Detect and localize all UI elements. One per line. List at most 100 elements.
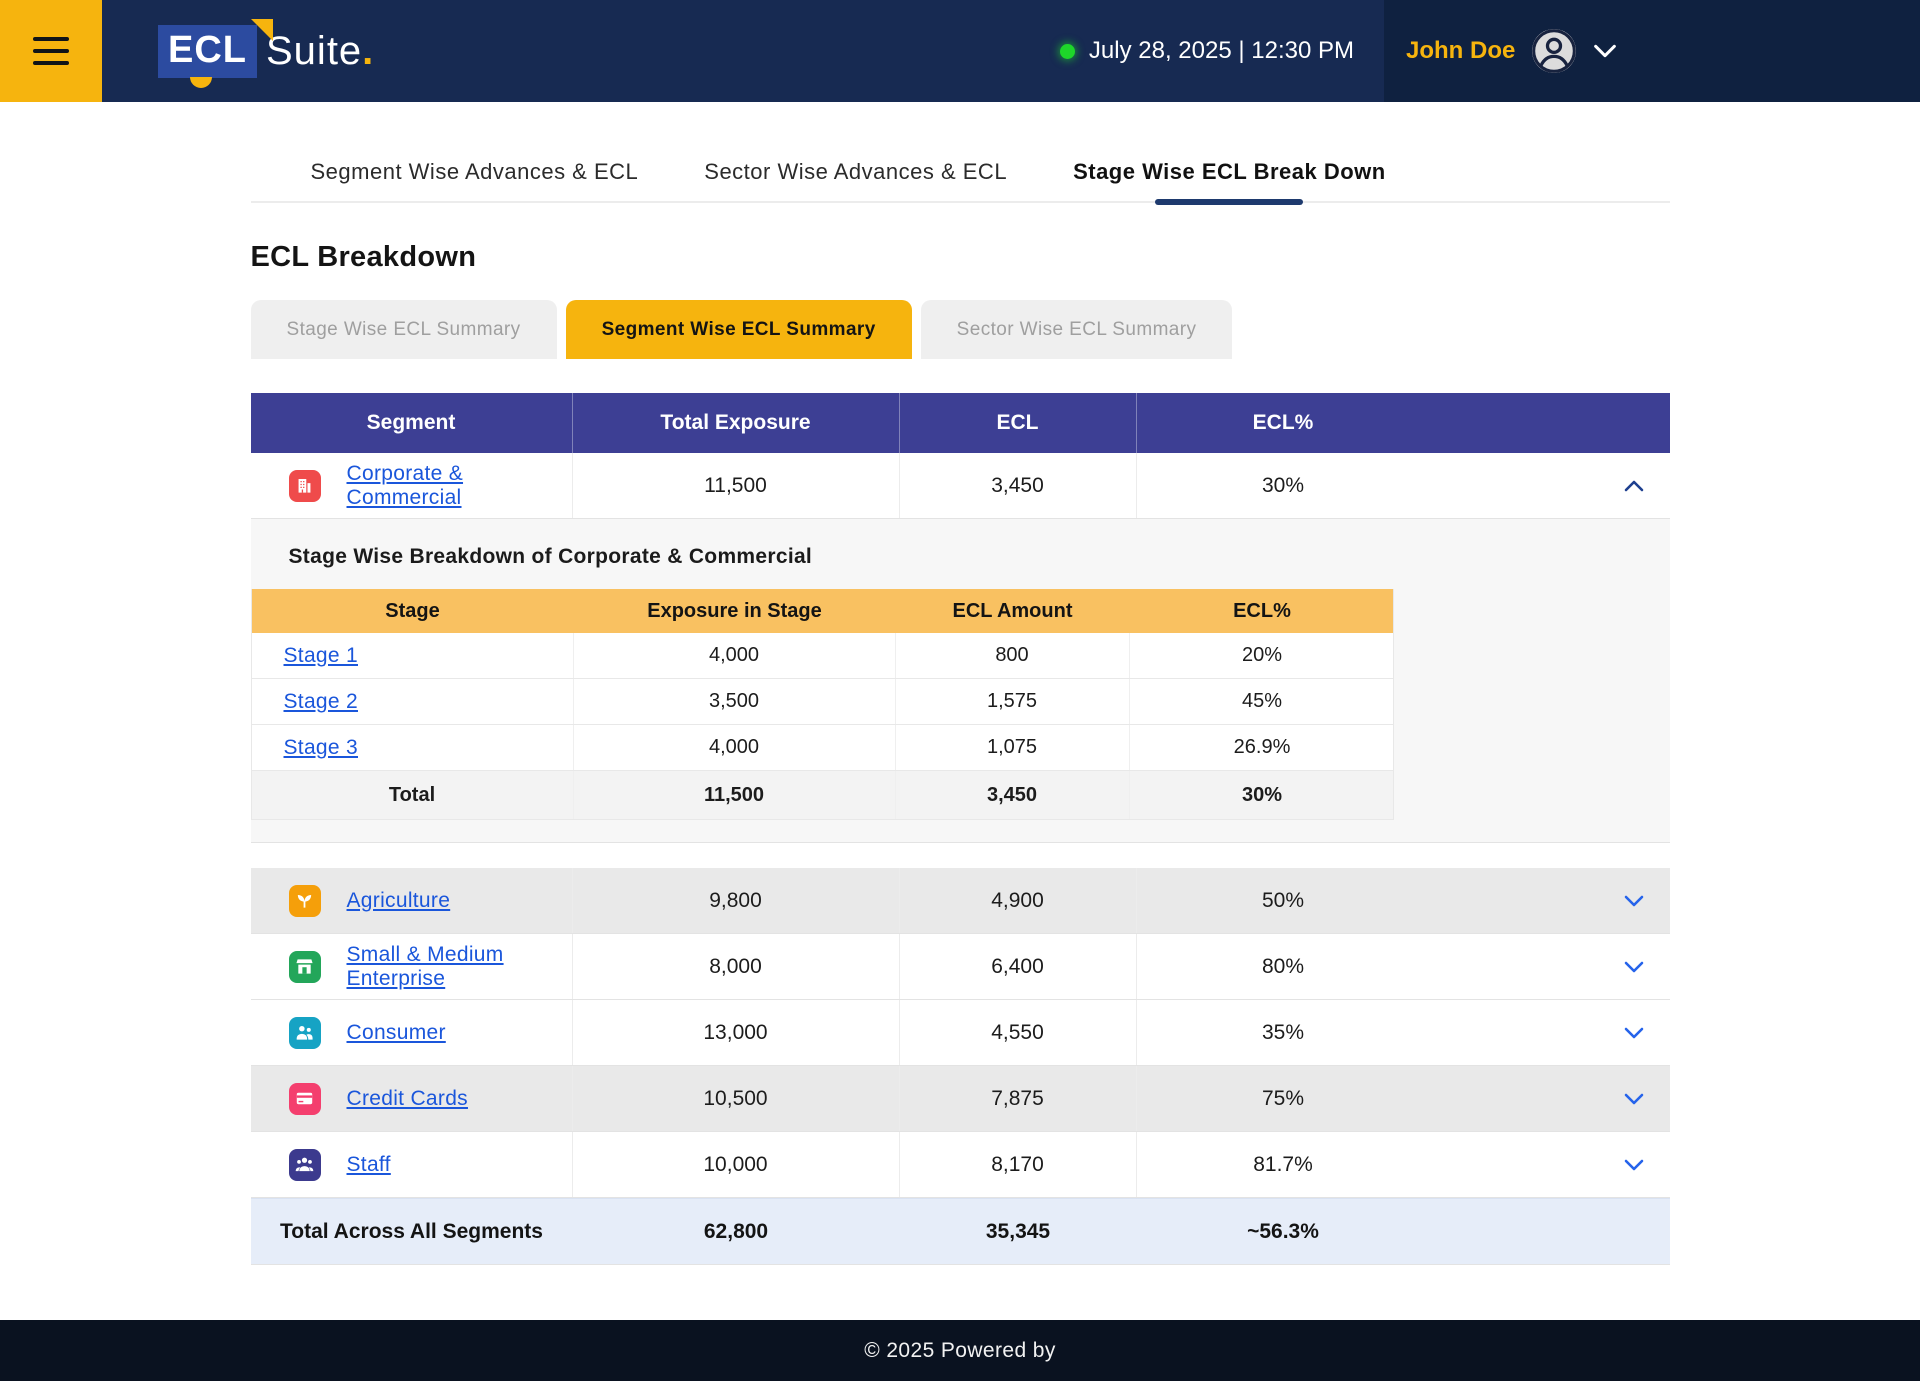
app-logo: ECL Suite .	[158, 0, 373, 102]
stage-breakdown-title: Stage Wise Breakdown of Corporate & Comm…	[289, 545, 1670, 569]
stage-pct-cell: 26.9%	[1130, 725, 1395, 770]
table-row[interactable]: Agriculture 9,800 4,900 50%	[251, 868, 1670, 934]
subtab-stage-wise-summary[interactable]: Stage Wise ECL Summary	[251, 300, 557, 359]
stage-total-exposure: 11,500	[574, 771, 896, 819]
ecl-cell: 8,170	[900, 1132, 1137, 1197]
stage-row: Stage 3 4,000 1,075 26.9%	[252, 725, 1393, 771]
chevron-up-icon	[1624, 480, 1644, 492]
stage-total-ecl: 3,450	[896, 771, 1130, 819]
expand-row-button[interactable]	[1430, 868, 1670, 933]
grand-total-ecl: 35,345	[900, 1199, 1137, 1264]
summary-subtabs: Stage Wise ECL Summary Segment Wise ECL …	[251, 300, 1670, 359]
stage-link[interactable]: Stage 2	[284, 690, 359, 714]
user-menu[interactable]: John Doe	[1384, 0, 1920, 102]
stage-breakdown-table: Stage Exposure in Stage ECL Amount ECL% …	[251, 589, 1394, 820]
tab-segment-wise-advances[interactable]: Segment Wise Advances & ECL	[311, 159, 639, 201]
ecl-pct-cell: 75%	[1137, 1066, 1430, 1131]
stage-name-cell: Stage 2	[252, 679, 574, 724]
segment-link[interactable]: Agriculture	[347, 889, 451, 913]
topbar: ECL Suite . July 28, 2025 | 12:30 PM Joh…	[0, 0, 1920, 102]
stage-link[interactable]: Stage 1	[284, 644, 359, 668]
expand-row-button[interactable]	[1430, 934, 1670, 999]
segment-link[interactable]: Corporate & Commercial	[347, 462, 572, 510]
segment-cell: Corporate & Commercial	[251, 453, 573, 518]
expand-row-button[interactable]	[1430, 1132, 1670, 1197]
ecl-cell: 4,900	[900, 868, 1137, 933]
stage-exposure-cell: 3,500	[574, 679, 896, 724]
segment-link[interactable]: Consumer	[347, 1021, 446, 1045]
agriculture-icon	[289, 885, 321, 917]
segment-cell: Small & Medium Enterprise	[251, 934, 573, 999]
ecl-pct-cell: 35%	[1137, 1000, 1430, 1065]
datetime-display: July 28, 2025 | 12:30 PM	[1060, 0, 1384, 102]
main-content: Segment Wise Advances & ECL Sector Wise …	[251, 102, 1670, 1265]
grand-total-exposure: 62,800	[573, 1199, 900, 1264]
stage-exposure-header: Exposure in Stage	[574, 589, 896, 633]
grand-total-spacer	[1430, 1199, 1670, 1264]
consumer-icon	[289, 1017, 321, 1049]
header-total-exposure: Total Exposure	[573, 393, 900, 453]
corporate-icon	[289, 470, 321, 502]
stage-total-pct: 30%	[1130, 771, 1395, 819]
chevron-down-icon	[1624, 1093, 1644, 1105]
page-title: ECL Breakdown	[251, 241, 1670, 274]
logo-suite-text: Suite	[266, 29, 362, 74]
grand-total-pct: ~56.3%	[1137, 1199, 1430, 1264]
segment-cell: Agriculture	[251, 868, 573, 933]
footer-text: © 2025 Powered by	[864, 1339, 1056, 1363]
stage-name-cell: Stage 1	[252, 633, 574, 678]
table-row[interactable]: Small & Medium Enterprise 8,000 6,400 80…	[251, 934, 1670, 1000]
stage-row: Stage 1 4,000 800 20%	[252, 633, 1393, 679]
expand-row-button[interactable]	[1430, 1066, 1670, 1131]
subtab-sector-wise-summary[interactable]: Sector Wise ECL Summary	[921, 300, 1233, 359]
stage-pct-cell: 45%	[1130, 679, 1395, 724]
user-name: John Doe	[1406, 37, 1515, 65]
ecl-pct-cell: 50%	[1137, 868, 1430, 933]
exposure-cell: 11,500	[573, 453, 900, 518]
tab-sector-wise-advances[interactable]: Sector Wise Advances & ECL	[704, 159, 1007, 201]
table-row[interactable]: Consumer 13,000 4,550 35%	[251, 1000, 1670, 1066]
header-expand-spacer	[1430, 393, 1670, 453]
hamburger-icon	[33, 37, 69, 65]
exposure-cell: 10,000	[573, 1132, 900, 1197]
stage-exposure-cell: 4,000	[574, 725, 896, 770]
stage-ecl-header: ECL Amount	[896, 589, 1130, 633]
hamburger-menu-button[interactable]	[0, 0, 102, 102]
table-header-row: Segment Total Exposure ECL ECL%	[251, 393, 1670, 453]
user-menu-chevron-down-icon[interactable]	[1593, 44, 1617, 58]
header-ecl-pct: ECL%	[1137, 393, 1430, 453]
stage-ecl-cell: 1,075	[896, 725, 1130, 770]
table-row[interactable]: Credit Cards 10,500 7,875 75%	[251, 1066, 1670, 1132]
stage-pct-header: ECL%	[1130, 589, 1395, 633]
header-ecl: ECL	[900, 393, 1137, 453]
chevron-down-icon	[1624, 1159, 1644, 1171]
stage-link[interactable]: Stage 3	[284, 736, 359, 760]
stage-total-label: Total	[252, 771, 574, 819]
tab-stage-wise-ecl-breakdown[interactable]: Stage Wise ECL Break Down	[1073, 159, 1386, 201]
subtab-segment-wise-summary[interactable]: Segment Wise ECL Summary	[566, 300, 912, 359]
sme-icon	[289, 951, 321, 983]
table-row[interactable]: Corporate & Commercial 11,500 3,450 30%	[251, 453, 1670, 519]
segment-link[interactable]: Staff	[347, 1153, 391, 1177]
segment-ecl-table: Segment Total Exposure ECL ECL% Corporat…	[251, 393, 1670, 1265]
logo-triangle-accent	[251, 19, 273, 41]
expand-row-button[interactable]	[1430, 1000, 1670, 1065]
ecl-pct-cell: 30%	[1137, 453, 1430, 518]
ecl-pct-cell: 80%	[1137, 934, 1430, 999]
stage-ecl-cell: 1,575	[896, 679, 1130, 724]
exposure-cell: 13,000	[573, 1000, 900, 1065]
table-row[interactable]: Staff 10,000 8,170 81.7%	[251, 1132, 1670, 1198]
avatar-icon[interactable]	[1531, 28, 1577, 74]
logo-ecl-box: ECL	[158, 25, 257, 78]
datetime-text: July 28, 2025 | 12:30 PM	[1089, 37, 1354, 65]
segment-link[interactable]: Credit Cards	[347, 1087, 468, 1111]
segment-link[interactable]: Small & Medium Enterprise	[347, 943, 572, 991]
chevron-down-icon	[1624, 1027, 1644, 1039]
status-online-dot	[1060, 44, 1075, 59]
staff-icon	[289, 1149, 321, 1181]
collapse-row-button[interactable]	[1430, 453, 1670, 518]
logo-ecl-text: ECL	[168, 29, 247, 71]
chevron-down-icon	[1624, 895, 1644, 907]
stage-row: Stage 2 3,500 1,575 45%	[252, 679, 1393, 725]
logo-halfcircle-accent	[190, 77, 212, 88]
